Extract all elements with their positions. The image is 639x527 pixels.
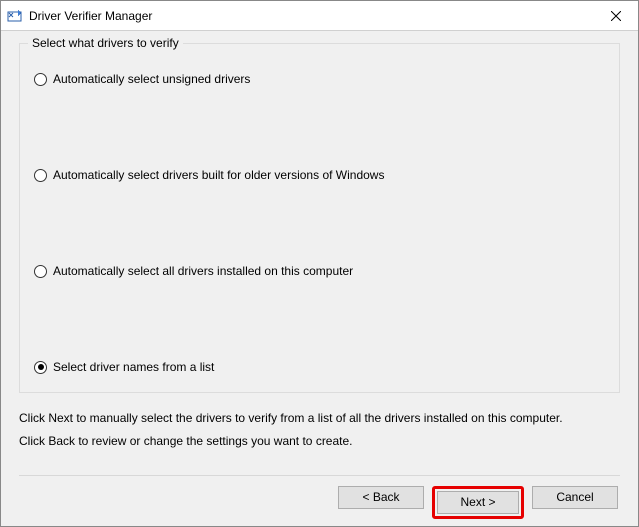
radio-older-windows-drivers[interactable]: Automatically select drivers built for o…	[34, 168, 605, 182]
radio-label: Automatically select unsigned drivers	[53, 72, 250, 86]
client-area: Select what drivers to verify Automatica…	[1, 31, 638, 526]
radio-label: Select driver names from a list	[53, 360, 214, 374]
radio-icon	[34, 73, 47, 86]
instruction-line: Click Back to review or change the setti…	[19, 430, 620, 453]
radio-label: Automatically select drivers built for o…	[53, 168, 384, 182]
separator	[19, 475, 620, 476]
radio-unsigned-drivers[interactable]: Automatically select unsigned drivers	[34, 72, 605, 86]
window-title: Driver Verifier Manager	[29, 9, 593, 23]
back-button[interactable]: < Back	[338, 486, 424, 509]
instruction-text: Click Next to manually select the driver…	[19, 407, 620, 453]
close-button[interactable]	[593, 1, 638, 30]
app-icon	[7, 8, 23, 24]
radio-group: Automatically select unsigned drivers Au…	[34, 68, 605, 378]
radio-icon	[34, 265, 47, 278]
radio-select-from-list[interactable]: Select driver names from a list	[34, 360, 605, 374]
close-icon	[611, 11, 621, 21]
cancel-button[interactable]: Cancel	[532, 486, 618, 509]
titlebar: Driver Verifier Manager	[1, 1, 638, 31]
driver-select-groupbox: Select what drivers to verify Automatica…	[19, 43, 620, 393]
wizard-buttons: < Back Next > Cancel	[19, 486, 620, 519]
radio-icon	[34, 361, 47, 374]
next-highlight: Next >	[432, 486, 524, 519]
next-button[interactable]: Next >	[437, 491, 519, 514]
radio-icon	[34, 169, 47, 182]
instruction-line: Click Next to manually select the driver…	[19, 407, 620, 430]
radio-all-installed-drivers[interactable]: Automatically select all drivers install…	[34, 264, 605, 278]
groupbox-title: Select what drivers to verify	[28, 36, 183, 50]
radio-label: Automatically select all drivers install…	[53, 264, 353, 278]
